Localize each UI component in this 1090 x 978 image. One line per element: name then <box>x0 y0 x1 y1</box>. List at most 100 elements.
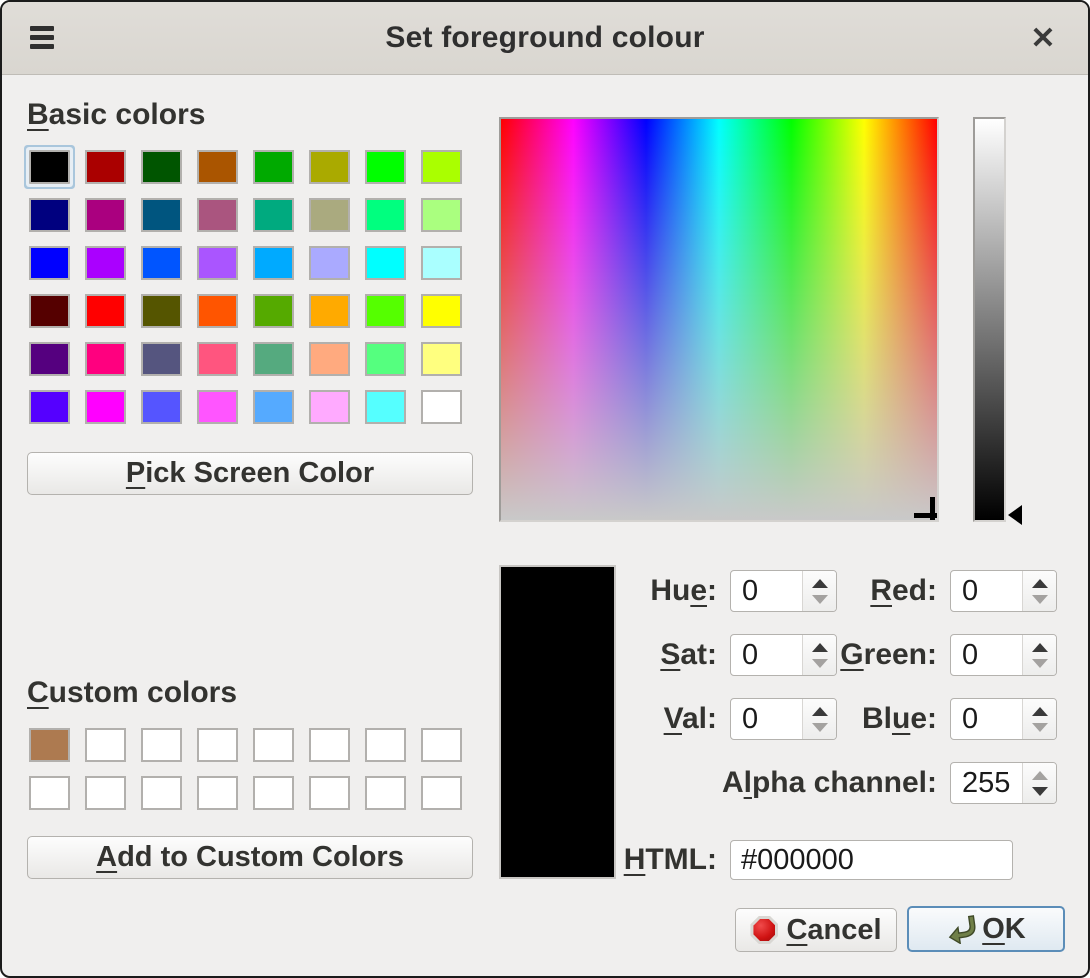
color-swatch[interactable] <box>253 342 294 376</box>
color-swatch[interactable] <box>141 294 182 328</box>
color-swatch[interactable] <box>85 776 126 810</box>
color-swatch[interactable] <box>365 776 406 810</box>
color-swatch[interactable] <box>365 342 406 376</box>
color-swatch[interactable] <box>309 246 350 280</box>
color-swatch[interactable] <box>141 776 182 810</box>
color-swatch[interactable] <box>85 150 126 184</box>
color-swatch[interactable] <box>197 342 238 376</box>
color-swatch[interactable] <box>253 198 294 232</box>
color-swatch[interactable] <box>29 390 70 424</box>
color-swatch[interactable] <box>141 246 182 280</box>
red-up-icon[interactable] <box>1032 579 1048 588</box>
color-swatch[interactable] <box>85 728 126 762</box>
color-swatch[interactable] <box>141 150 182 184</box>
color-swatch[interactable] <box>421 776 462 810</box>
cancel-label: Cancel <box>786 914 881 947</box>
color-swatch[interactable] <box>309 728 350 762</box>
color-preview <box>499 565 616 879</box>
titlebar: Set foreground colour ✕ <box>2 2 1088 75</box>
alpha-up-icon[interactable] <box>1032 771 1048 780</box>
color-swatch[interactable] <box>421 246 462 280</box>
color-swatch[interactable] <box>197 150 238 184</box>
color-swatch[interactable] <box>253 294 294 328</box>
color-swatch[interactable] <box>197 776 238 810</box>
sat-label: Sat: <box>602 634 717 676</box>
color-swatch[interactable] <box>85 246 126 280</box>
color-swatch[interactable] <box>29 150 70 184</box>
ok-button[interactable]: OK <box>907 906 1065 952</box>
color-swatch[interactable] <box>309 294 350 328</box>
window-title: Set foreground colour <box>385 21 704 55</box>
alpha-down-icon[interactable] <box>1032 787 1048 796</box>
color-swatch[interactable] <box>253 728 294 762</box>
red-spinbox[interactable]: 0 <box>950 570 1057 612</box>
color-swatch[interactable] <box>421 150 462 184</box>
color-swatch[interactable] <box>197 390 238 424</box>
value-slider-handle-icon[interactable] <box>1008 505 1022 525</box>
color-swatch[interactable] <box>29 198 70 232</box>
return-arrow-icon <box>946 914 976 944</box>
color-swatch[interactable] <box>85 198 126 232</box>
close-icon[interactable]: ✕ <box>1024 19 1062 57</box>
html-input[interactable] <box>730 840 1013 880</box>
color-swatch[interactable] <box>421 198 462 232</box>
red-label: Red: <box>772 570 937 612</box>
color-swatch[interactable] <box>253 776 294 810</box>
cancel-button[interactable]: Cancel <box>735 908 897 952</box>
blue-label: Blue: <box>772 698 937 740</box>
color-swatch[interactable] <box>309 150 350 184</box>
green-spinbox[interactable]: 0 <box>950 634 1057 676</box>
menu-icon[interactable] <box>30 26 54 52</box>
alpha-label: Alpha channel: <box>692 762 937 804</box>
hue-saturation-picker[interactable] <box>499 117 939 522</box>
color-swatch[interactable] <box>365 728 406 762</box>
blue-spinbox[interactable]: 0 <box>950 698 1057 740</box>
color-swatch[interactable] <box>421 728 462 762</box>
color-swatch[interactable] <box>253 150 294 184</box>
blue-up-icon[interactable] <box>1032 707 1048 716</box>
val-label: Val: <box>602 698 717 740</box>
color-swatch[interactable] <box>141 342 182 376</box>
color-swatch[interactable] <box>29 342 70 376</box>
color-swatch[interactable] <box>253 246 294 280</box>
color-swatch[interactable] <box>197 198 238 232</box>
color-swatch[interactable] <box>365 150 406 184</box>
color-swatch[interactable] <box>309 390 350 424</box>
color-swatch[interactable] <box>197 294 238 328</box>
color-swatch[interactable] <box>29 246 70 280</box>
ok-label: OK <box>982 913 1026 946</box>
blue-down-icon[interactable] <box>1032 723 1048 732</box>
color-swatch[interactable] <box>141 198 182 232</box>
color-swatch[interactable] <box>29 728 70 762</box>
alpha-spinbox[interactable]: 255 <box>950 762 1057 804</box>
color-swatch[interactable] <box>29 294 70 328</box>
pick-screen-color-button[interactable]: Pick Screen Color <box>27 452 473 495</box>
picker-crosshair <box>930 497 935 522</box>
color-swatch[interactable] <box>141 390 182 424</box>
color-swatch[interactable] <box>421 390 462 424</box>
color-swatch[interactable] <box>421 342 462 376</box>
color-swatch[interactable] <box>365 198 406 232</box>
color-swatch[interactable] <box>85 390 126 424</box>
color-swatch[interactable] <box>85 342 126 376</box>
color-swatch[interactable] <box>421 294 462 328</box>
color-swatch[interactable] <box>141 728 182 762</box>
color-swatch[interactable] <box>365 246 406 280</box>
color-swatch[interactable] <box>29 776 70 810</box>
color-dialog-window: Set foreground colour ✕ Basic colors Pic… <box>0 0 1090 978</box>
red-down-icon[interactable] <box>1032 595 1048 604</box>
color-swatch[interactable] <box>309 342 350 376</box>
color-swatch[interactable] <box>197 246 238 280</box>
color-swatch[interactable] <box>309 198 350 232</box>
color-swatch[interactable] <box>197 728 238 762</box>
color-swatch[interactable] <box>85 294 126 328</box>
green-down-icon[interactable] <box>1032 659 1048 668</box>
add-to-custom-colors-button[interactable]: Add to Custom Colors <box>27 836 473 879</box>
color-swatch[interactable] <box>253 390 294 424</box>
color-swatch[interactable] <box>365 390 406 424</box>
value-slider[interactable] <box>973 117 1006 522</box>
green-up-icon[interactable] <box>1032 643 1048 652</box>
alpha-value: 255 <box>951 763 1022 803</box>
color-swatch[interactable] <box>365 294 406 328</box>
color-swatch[interactable] <box>309 776 350 810</box>
